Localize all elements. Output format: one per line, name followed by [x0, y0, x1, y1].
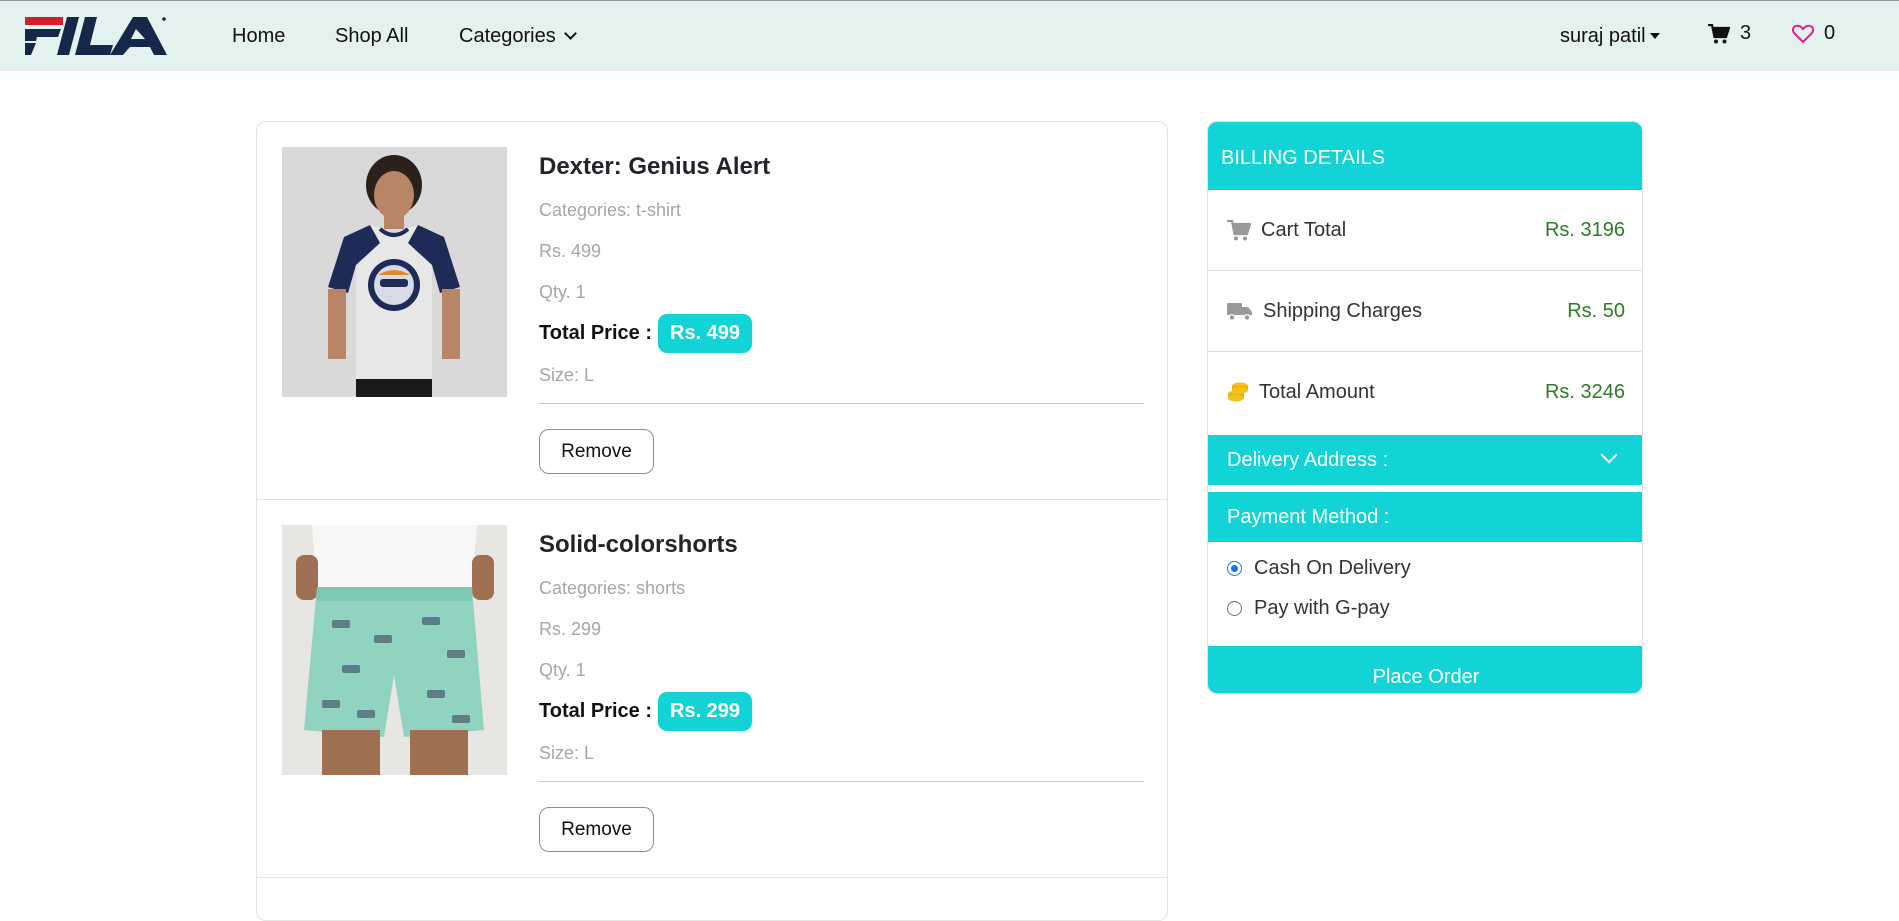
product-qty: Qty. 1 [539, 660, 586, 680]
product-total: Total Price : Rs. 499 [539, 314, 753, 353]
delivery-address-toggle[interactable]: Delivery Address : [1208, 435, 1642, 485]
cart-count: 3 [1740, 22, 1752, 44]
fila-logo[interactable] [25, 15, 167, 57]
cart-total-row: Cart Total Rs. 3196 [1208, 190, 1642, 271]
radio-cod[interactable] [1227, 561, 1242, 576]
cart-total-value: Rs. 3196 [1544, 219, 1625, 241]
cart-icon [1708, 23, 1730, 43]
product-size: Size: L [539, 743, 595, 763]
billing-header: BILLING DETAILS [1208, 122, 1642, 190]
coins-icon [1228, 382, 1248, 402]
payment-option-label: Cash On Delivery [1254, 557, 1411, 579]
product-image-shorts[interactable] [282, 525, 507, 775]
chevron-down-icon [1600, 446, 1618, 464]
remove-button[interactable]: Remove [539, 807, 654, 852]
caret-down-icon [1649, 33, 1660, 39]
product-category: Categories: shorts [539, 578, 686, 598]
radio-gpay[interactable] [1227, 601, 1242, 616]
product-title[interactable]: Dexter: Genius Alert [539, 153, 770, 181]
payment-method-header: Payment Method : [1208, 492, 1642, 542]
heart-icon [1792, 24, 1814, 43]
total-price-badge: Rs. 499 [658, 314, 753, 353]
product-title[interactable]: Solid-colorshorts [539, 531, 738, 559]
divider [539, 403, 1144, 404]
shopping-cart-icon [1227, 219, 1251, 241]
product-category: Categories: t-shirt [539, 200, 682, 220]
product-size: Size: L [539, 365, 595, 385]
payment-option-gpay[interactable]: Pay with G-pay [1227, 597, 1390, 620]
nav-categories-label: Categories [459, 25, 556, 47]
product-price: Rs. 499 [539, 241, 602, 261]
nav-home-link[interactable]: Home [232, 25, 285, 48]
wishlist-link[interactable]: 0 [1792, 22, 1835, 45]
total-amount-value: Rs. 3246 [1544, 381, 1625, 403]
wishlist-count: 0 [1824, 22, 1836, 44]
cart-total-label: Cart Total [1261, 219, 1347, 241]
delivery-address-label: Delivery Address : [1227, 449, 1389, 471]
total-price-label: Total Price : [539, 322, 652, 344]
user-name: suraj patil [1560, 25, 1646, 47]
payment-method-label: Payment Method : [1227, 506, 1390, 528]
shipping-row: Shipping Charges Rs. 50 [1208, 271, 1642, 352]
total-price-badge: Rs. 299 [658, 692, 753, 731]
truck-icon [1227, 303, 1252, 321]
cart-item: Solid-colorshorts Categories: shorts Rs.… [257, 500, 1167, 878]
nav-categories-dropdown[interactable]: Categories [459, 25, 577, 48]
shipping-label: Shipping Charges [1263, 300, 1422, 322]
total-price-label: Total Price : [539, 700, 652, 722]
payment-option-label: Pay with G-pay [1254, 597, 1390, 619]
user-menu-dropdown[interactable]: suraj patil [1560, 25, 1660, 48]
product-qty: Qty. 1 [539, 282, 586, 302]
product-image-tshirt[interactable] [282, 147, 507, 397]
cart-item: Dexter: Genius Alert Categories: t-shirt… [257, 122, 1167, 500]
navbar: Home Shop All Categories suraj patil 3 0 [0, 0, 1899, 71]
shipping-value: Rs. 50 [1567, 300, 1625, 322]
cart-link[interactable]: 3 [1708, 22, 1751, 45]
total-amount-row: Total Amount Rs. 3246 [1208, 352, 1642, 433]
product-price: Rs. 299 [539, 619, 602, 639]
divider [539, 781, 1144, 782]
product-total: Total Price : Rs. 299 [539, 692, 753, 731]
nav-shop-all-link[interactable]: Shop All [335, 25, 408, 48]
payment-option-cod[interactable]: Cash On Delivery [1227, 557, 1411, 580]
place-order-button[interactable]: Place Order [1208, 646, 1642, 693]
cart-items-panel: Dexter: Genius Alert Categories: t-shirt… [256, 121, 1168, 921]
remove-button[interactable]: Remove [539, 429, 654, 474]
chevron-down-icon [563, 27, 577, 40]
billing-panel: BILLING DETAILS Cart Total Rs. 3196 Ship… [1207, 121, 1643, 694]
total-amount-label: Total Amount [1259, 381, 1375, 403]
